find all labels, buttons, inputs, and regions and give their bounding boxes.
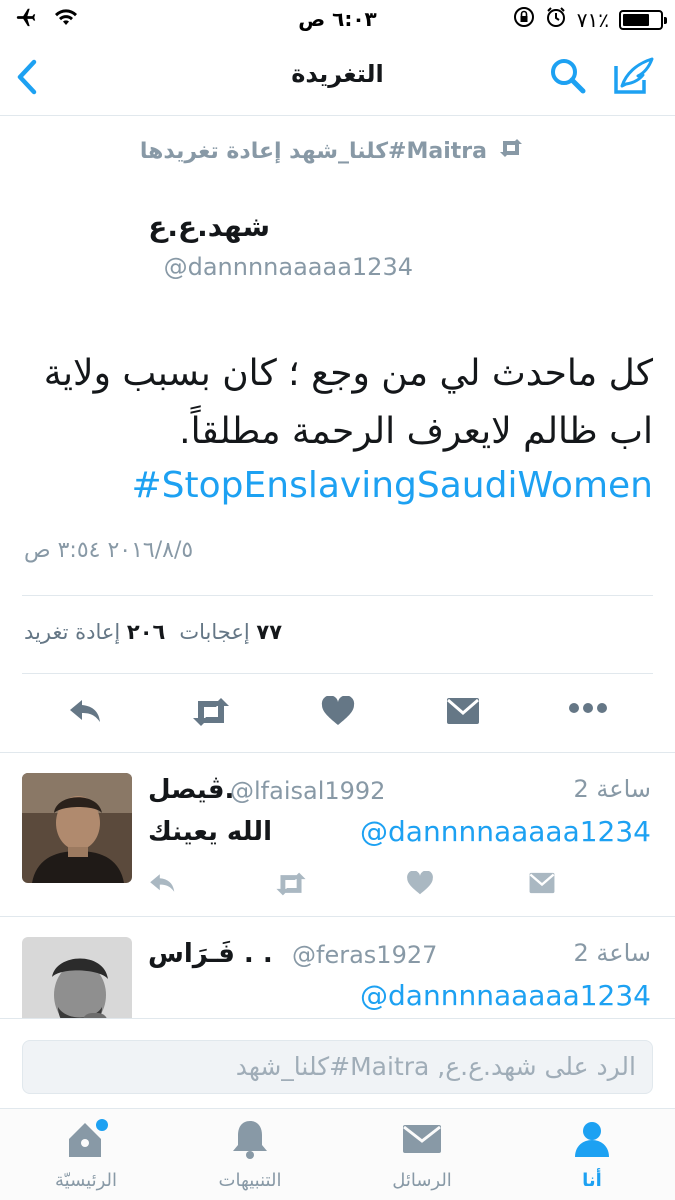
search-icon[interactable] [548,56,588,100]
status-bar: ٦:٠٣ ص ٧١٪ [0,0,675,38]
battery-icon [619,9,667,30]
tab-home-label: الرئيسيّة [55,1170,117,1191]
reply-icon[interactable] [148,871,178,899]
tweet-body: كل ماحدث لي من وجع ؛ كان بسبب ولاية اب ظ… [43,353,653,452]
compose-tweet-icon[interactable] [612,56,656,100]
tweet-stats: ٢٠٦ إعادة تغريد ٧٧ إعجابات [24,620,282,644]
more-options-icon[interactable] [568,700,608,719]
divider [22,595,653,596]
rotation-lock-icon [513,6,535,33]
avatar[interactable] [22,937,132,1018]
likes-label: إعجابات [179,620,250,644]
tweet-actions [0,690,675,740]
reply-input[interactable]: الرد على شهد.ع.ع, Maitra#كلنا_شهد [22,1040,653,1094]
bell-icon [230,1121,270,1166]
home-icon [63,1119,109,1166]
tab-messages[interactable]: الرسائل [362,1117,482,1191]
like-heart-icon[interactable] [406,870,434,899]
reply-tweet[interactable]: 2 ساعة فَـرَاس . . @feras1927 @dannnnaaa… [0,917,675,1018]
tab-me[interactable]: أنا [532,1117,652,1191]
reply-text: الله يعينك [148,817,272,847]
likes-count: ٧٧ [256,620,283,644]
alarm-icon [545,6,567,33]
reply-actions [148,870,655,901]
tab-me-label: أنا [582,1170,602,1191]
direct-message-icon[interactable] [445,696,481,730]
reply-icon[interactable] [68,696,104,730]
battery-fill [623,13,649,26]
tab-messages-label: الرسائل [392,1170,452,1191]
avatar[interactable] [22,773,132,883]
retweet-icon[interactable] [190,696,232,732]
person-icon [572,1122,612,1166]
author-handle[interactable]: @dannnnaaaaa1234 [164,253,413,281]
retweets-label: إعادة تغريد [24,620,121,644]
retweet-icon[interactable] [274,871,308,901]
battery-percent: ٧١٪ [576,7,609,32]
reply-author-name[interactable]: ڤيصل. [148,775,234,805]
reply-mention-link[interactable]: @dannnnaaaaa1234 [360,815,651,848]
tweet-date: ٢٠١٦/٨/٥ ٣:٥٤ ص [24,538,194,563]
likes-stat[interactable]: ٧٧ إعجابات [179,620,282,644]
navbar: التغريدة [0,38,675,116]
retweet-small-icon [497,138,525,164]
tab-home[interactable]: الرئيسيّة [26,1117,146,1191]
divider [22,673,653,674]
author-name[interactable]: شهد.ع.ع [148,210,270,243]
status-right: ٧١٪ [513,6,667,33]
reply-time: 2 ساعة [573,939,651,967]
reply-mention-link[interactable]: @dannnnaaaaa1234 [360,979,651,1012]
tab-bar: الرئيسيّة التنبيهات الرسائل أنا [0,1108,675,1200]
reply-author-name[interactable]: فَـرَاس . . [148,939,273,969]
retweeted-by[interactable]: Maitra#كلنا_شهد إعادة تغريدها [140,138,525,164]
retweets-stat[interactable]: ٢٠٦ إعادة تغريد [24,620,165,644]
like-heart-icon[interactable] [321,695,355,730]
reply-tweet[interactable]: 2 ساعة ڤيصل. @lfaisal1992 @dannnnaaaaa12… [0,753,675,916]
tab-notifications[interactable]: التنبيهات [190,1117,310,1191]
reply-author-handle[interactable]: @lfaisal1992 [230,777,385,805]
reply-time: 2 ساعة [573,775,651,803]
tab-notifications-label: التنبيهات [218,1170,282,1191]
envelope-icon [401,1125,443,1166]
tweet-hashtag-link[interactable]: #StopEnslavingSaudiWomen [132,465,654,506]
direct-message-icon[interactable] [528,871,556,899]
retweeted-by-text: Maitra#كلنا_شهد إعادة تغريدها [139,138,487,164]
reply-author-handle[interactable]: @feras1927 [292,941,437,969]
retweets-count: ٢٠٦ [126,620,166,644]
